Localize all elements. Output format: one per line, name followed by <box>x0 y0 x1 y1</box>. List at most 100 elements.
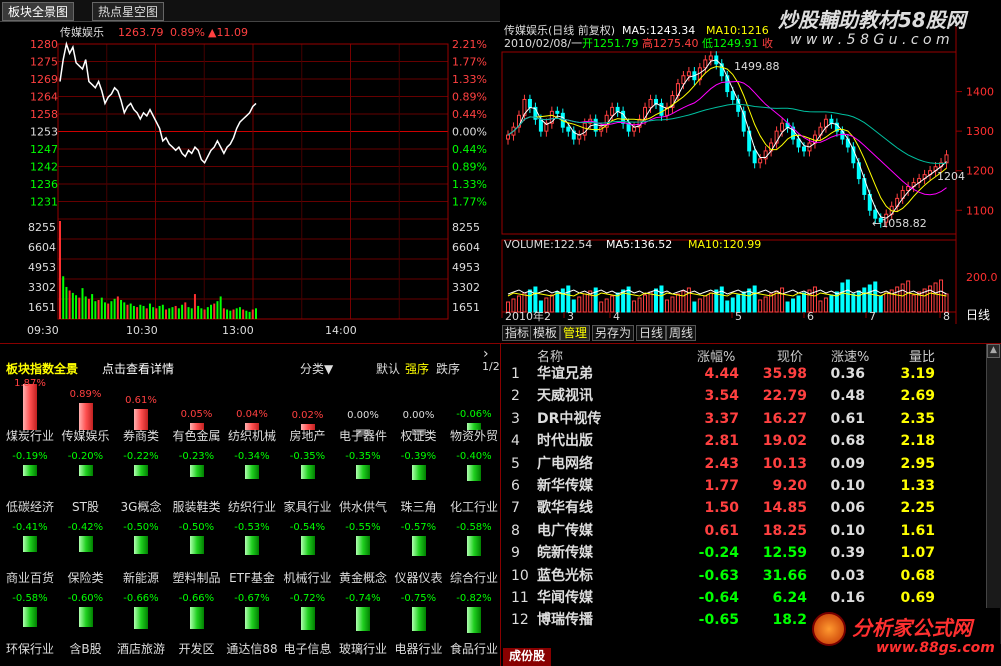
sector-tile[interactable]: -0.54% 机械行业 <box>280 520 336 588</box>
sector-tile[interactable]: -0.58% 综合行业 <box>446 520 502 588</box>
tab-save-as[interactable]: 另存为 <box>592 325 635 341</box>
sector-bar <box>300 607 315 631</box>
stock-name: 华谊兄弟 <box>537 366 593 382</box>
month-tick: 3 <box>567 310 574 323</box>
daily-volume-bar <box>692 301 697 313</box>
daily-volume-bar <box>604 298 609 313</box>
next-page-arrow[interactable]: › <box>483 346 489 362</box>
daily-kline-chart[interactable]: 传媒娱乐(日线 前复权) MA5:1243.34 MA10:1216 2010/… <box>500 22 1001 340</box>
sector-tile[interactable]: -0.39% 珠三角 <box>391 449 447 517</box>
sector-tile[interactable]: -0.53% ETF基金 <box>224 520 280 588</box>
sector-bar <box>300 536 315 555</box>
sector-tile[interactable]: -0.40% 化工行业 <box>446 449 502 517</box>
tab-template[interactable]: 模板 <box>530 325 561 341</box>
row-index: 1 <box>511 366 520 382</box>
sector-tile[interactable]: 0.61% 券商类 <box>113 378 169 446</box>
month-tick: 8 <box>943 310 950 323</box>
tab-sector-panorama[interactable]: 板块全景图 <box>2 2 75 21</box>
sector-tile[interactable]: -0.50% 塑料制品 <box>169 520 225 588</box>
tab-weekly[interactable]: 周线 <box>666 325 697 341</box>
sector-tile[interactable]: -0.66% 开发区 <box>169 591 225 659</box>
stock-row[interactable]: 9 皖新传媒 -0.24 12.59 0.39 1.07 <box>501 542 986 564</box>
sector-bar <box>467 536 481 556</box>
sector-tile[interactable]: -0.57% 仪器仪表 <box>391 520 447 588</box>
sector-tile[interactable]: -0.82% 食品行业 <box>446 591 502 659</box>
stock-row[interactable]: 3 DR中视传 3.37 16.27 0.61 2.35 <box>501 408 986 430</box>
daily-volume-bar <box>632 300 637 313</box>
sector-tile[interactable]: -0.50% 新能源 <box>113 520 169 588</box>
stock-row[interactable]: 11 华闻传媒 -0.64 6.24 0.16 0.69 <box>501 587 986 609</box>
sector-bar <box>78 465 93 476</box>
sector-tile[interactable]: -0.72% 电子信息 <box>280 591 336 659</box>
scroll-up-arrow[interactable]: ▲ <box>987 344 1000 358</box>
sector-tile[interactable]: -0.75% 电器行业 <box>391 591 447 659</box>
sector-tile[interactable]: -0.42% 保险类 <box>58 520 114 588</box>
sort-weak[interactable]: 跌序 <box>436 360 460 377</box>
volume-tick: 3302 <box>452 281 480 294</box>
stock-change: 2.43 <box>704 455 739 472</box>
volume-tick: 4953 <box>28 261 56 274</box>
sector-tile[interactable]: 0.05% 有色金属 <box>169 378 225 446</box>
daily-volume-bar <box>774 290 779 313</box>
daily-volume-bar <box>791 298 796 313</box>
stock-row[interactable]: 4 时代出版 2.81 19.02 0.68 2.18 <box>501 430 986 452</box>
stock-row[interactable]: 6 新华传媒 1.77 9.20 0.10 1.33 <box>501 475 986 497</box>
stock-row[interactable]: 2 天威视讯 3.54 22.79 0.48 2.69 <box>501 385 986 407</box>
sector-tile[interactable]: -0.66% 酒店旅游 <box>113 591 169 659</box>
tab-hot-stars[interactable]: 热点星空图 <box>92 2 165 21</box>
sort-default[interactable]: 默认 <box>376 360 400 377</box>
sector-tile[interactable]: -0.67% 通达信88 <box>224 591 280 659</box>
tab-manage[interactable]: 管理 <box>560 325 591 341</box>
sector-tile[interactable]: -0.20% ST股 <box>58 449 114 517</box>
sector-bar <box>356 607 370 631</box>
sector-name: 3G概念 <box>120 500 162 514</box>
intraday-chart[interactable]: 传媒娱乐 1263.79 0.89% ▲11.09 1280 1275 1269 12… <box>0 22 500 340</box>
stock-row[interactable]: 1 华谊兄弟 4.44 35.98 0.36 3.19 <box>501 363 986 385</box>
sector-tile[interactable]: 0.04% 纺织机械 <box>224 378 280 446</box>
sector-tile[interactable]: -0.34% 纺织行业 <box>224 449 280 517</box>
row-index: 2 <box>511 388 520 405</box>
daily-close-label: 收 <box>762 36 773 50</box>
sector-tile[interactable]: -0.74% 玻璃行业 <box>335 591 391 659</box>
daily-volume-bar <box>878 295 883 313</box>
stock-change: 2.81 <box>704 433 739 450</box>
sector-detail-link[interactable]: 点击查看详情 <box>102 360 174 377</box>
sector-bar <box>23 384 37 430</box>
sector-tile[interactable]: -0.22% 3G概念 <box>113 449 169 517</box>
sort-strong[interactable]: 强序 <box>405 360 429 377</box>
daily-volume-bar <box>533 286 538 313</box>
sector-tile[interactable]: -0.06% 物资外贸 <box>446 378 502 446</box>
tab-components[interactable]: 成份股 <box>503 648 552 666</box>
sector-sort-dropdown[interactable]: 分类▼ <box>300 360 333 377</box>
sector-tile[interactable]: -0.23% 服装鞋类 <box>169 449 225 517</box>
sector-tile[interactable]: -0.55% 黄金概念 <box>335 520 391 588</box>
sector-tile[interactable]: -0.35% 供水供气 <box>335 449 391 517</box>
stock-row[interactable]: 5 广电网络 2.43 10.13 0.09 2.95 <box>501 453 986 475</box>
stock-name: 时代出版 <box>537 433 593 450</box>
sector-tile[interactable]: -0.60% 含B股 <box>58 591 114 659</box>
candle-body <box>555 110 560 114</box>
sector-name: 仪器仪表 <box>394 571 443 585</box>
sector-tile[interactable]: 0.00% 电子器件 <box>335 378 391 446</box>
sector-pct: -0.58% <box>12 593 48 604</box>
sector-tile[interactable]: 0.89% 传媒娱乐 <box>58 378 114 446</box>
sector-tile[interactable]: -0.35% 家具行业 <box>280 449 336 517</box>
stock-row[interactable]: 10 蓝色光标 -0.63 31.66 0.03 0.68 <box>501 565 986 587</box>
sector-tile[interactable]: -0.41% 商业百货 <box>2 520 58 588</box>
daily-volume-bar <box>802 292 806 313</box>
sector-tile[interactable]: 0.02% 房地产 <box>280 378 336 446</box>
stock-row[interactable]: 8 电广传媒 0.61 18.25 0.10 1.61 <box>501 520 986 542</box>
daily-volume-bar <box>845 279 850 313</box>
intraday-chart-panel: 传媒娱乐 1263.79 0.89% ▲11.09 1280 1275 1269 12… <box>0 22 500 340</box>
scrollbar[interactable]: ▲ <box>986 344 1001 644</box>
sector-tile[interactable]: 1.87% 煤炭行业 <box>2 378 58 446</box>
sector-pct: -0.58% <box>456 522 492 533</box>
sector-pct: 0.89% <box>69 388 102 400</box>
stock-row[interactable]: 7 歌华有线 1.50 14.85 0.06 2.25 <box>501 497 986 519</box>
sector-tile[interactable]: -0.19% 低碳经济 <box>2 449 58 517</box>
tab-indicator[interactable]: 指标 <box>502 325 533 341</box>
price-tick: 1264 <box>30 91 58 104</box>
sector-tile[interactable]: -0.58% 环保行业 <box>2 591 58 659</box>
sector-tile[interactable]: 0.00% 权证类 <box>391 378 447 446</box>
tab-daily[interactable]: 日线 <box>636 325 667 341</box>
